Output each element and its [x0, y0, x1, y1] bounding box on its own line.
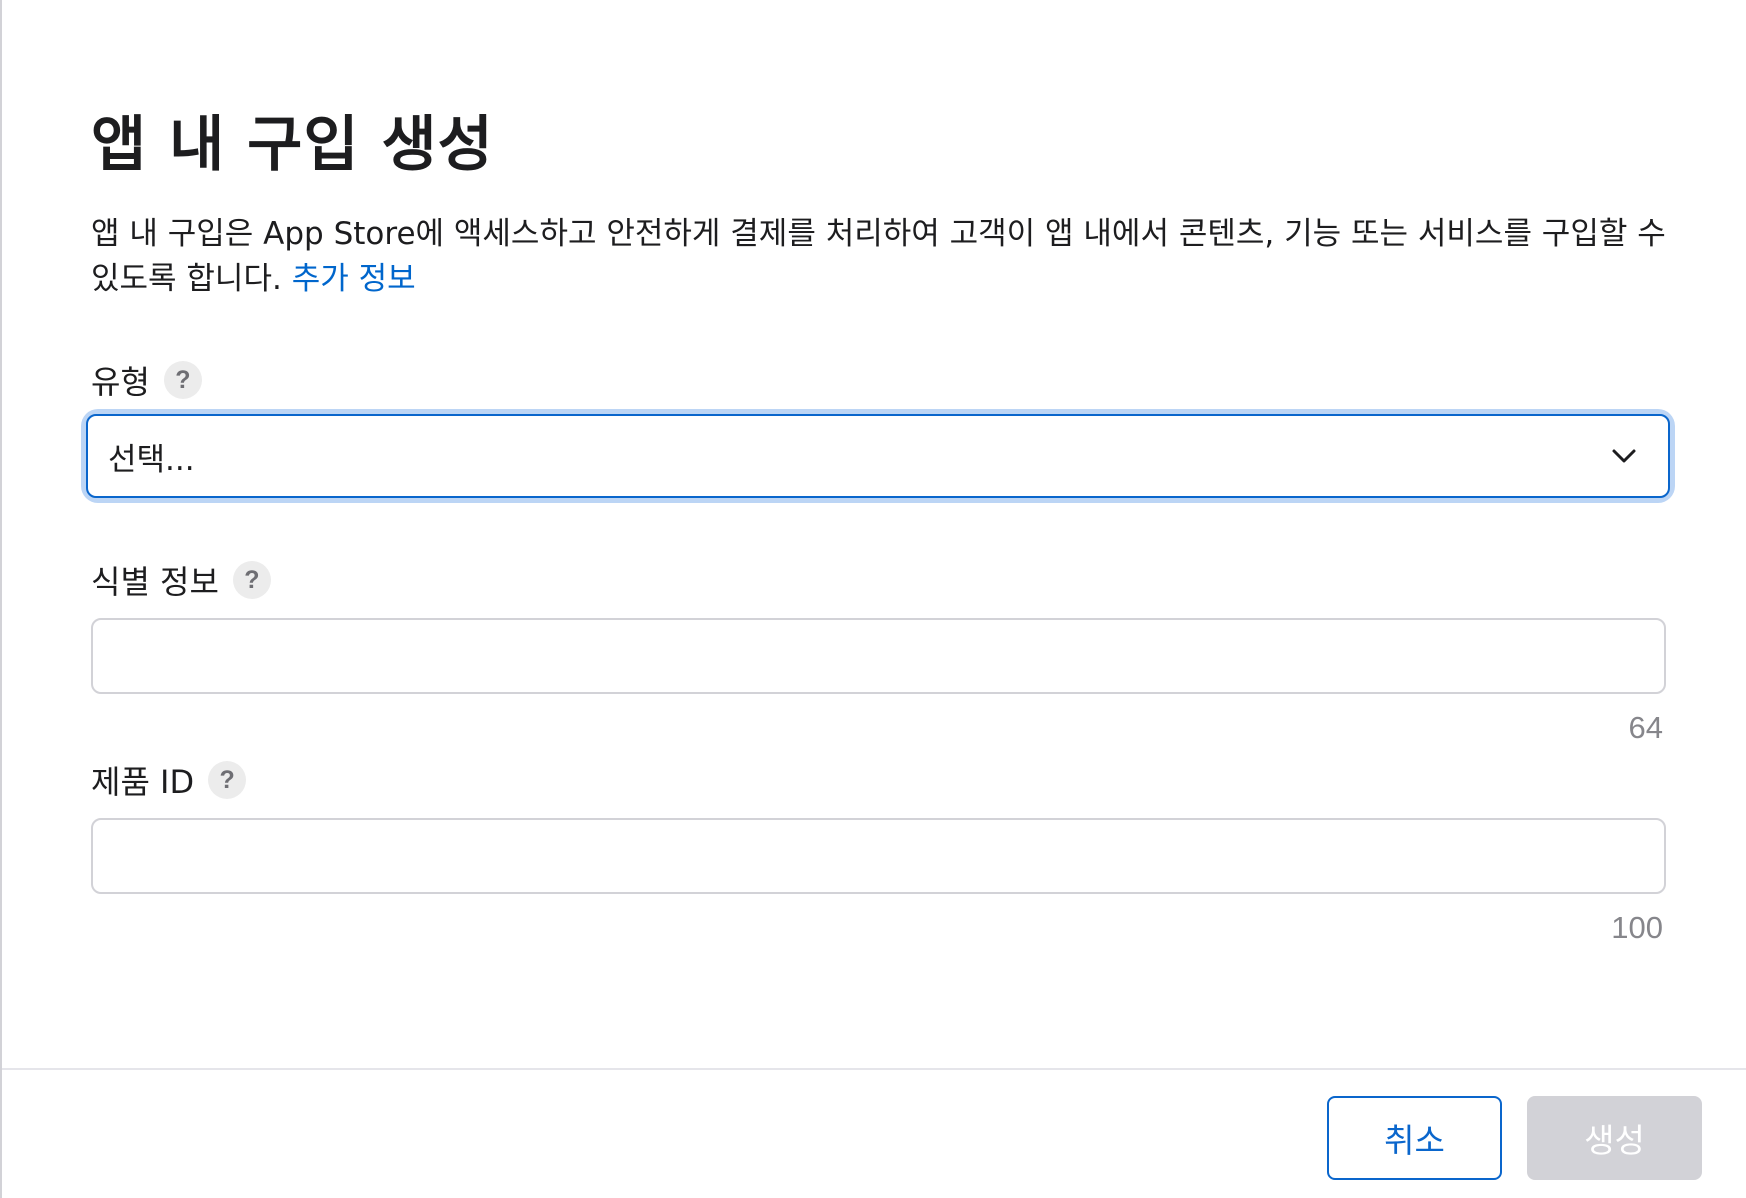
- create-button[interactable]: 생성: [1527, 1096, 1702, 1180]
- create-in-app-purchase-dialog: 앱 내 구입 생성 앱 내 구입은 App Store에 액세스하고 안전하게 …: [0, 0, 1746, 1198]
- learn-more-link[interactable]: 추가 정보: [292, 261, 416, 297]
- reference-name-field-label: 식별 정보 ?: [91, 557, 271, 603]
- product-id-help-icon[interactable]: ?: [208, 761, 247, 799]
- reference-name-help-icon[interactable]: ?: [232, 561, 271, 599]
- reference-name-label-text: 식별 정보: [91, 563, 219, 601]
- product-id-label-text: 제품 ID: [91, 763, 195, 801]
- type-label-text: 유형: [91, 363, 150, 401]
- cancel-button[interactable]: 취소: [1327, 1096, 1502, 1180]
- type-help-icon[interactable]: ?: [163, 361, 202, 399]
- type-field-label: 유형 ?: [91, 357, 202, 403]
- dialog-description: 앱 내 구입은 App Store에 액세스하고 안전하게 결제를 처리하여 고…: [91, 212, 1671, 302]
- reference-name-char-limit: 64: [1628, 710, 1663, 745]
- product-id-char-limit: 100: [1611, 910, 1663, 945]
- dialog-title: 앱 내 구입 생성: [91, 110, 494, 180]
- chevron-down-icon: [1612, 449, 1636, 463]
- type-select-focus-ring: 선택...: [86, 414, 1670, 498]
- reference-name-input[interactable]: [91, 618, 1666, 694]
- type-select-value: 선택...: [108, 441, 195, 478]
- product-id-field-label: 제품 ID ?: [91, 757, 247, 803]
- product-id-input[interactable]: [91, 818, 1666, 894]
- footer-divider: [2, 1068, 1746, 1070]
- type-select[interactable]: 선택...: [86, 414, 1670, 498]
